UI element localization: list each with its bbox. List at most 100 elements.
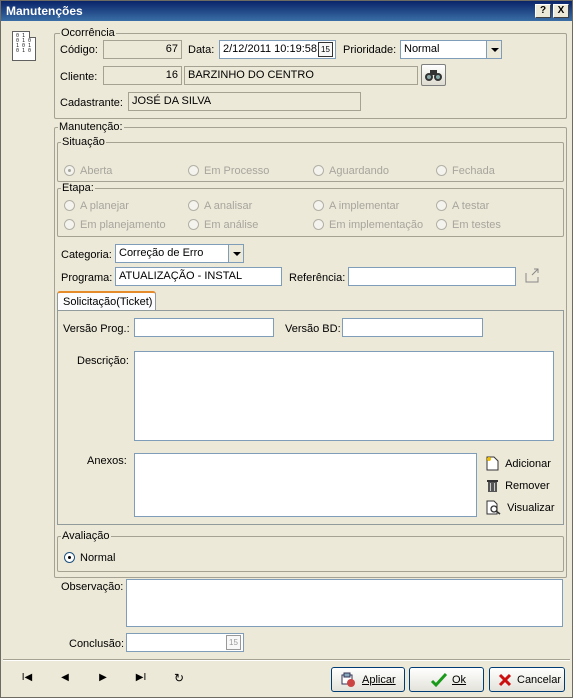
anexos-list[interactable] (134, 453, 477, 517)
codigo-field: 67 (103, 40, 182, 59)
binoculars-icon (425, 70, 442, 81)
open-reference-icon[interactable] (524, 267, 540, 284)
data-field[interactable]: 2/12/2011 10:19:58 15 (219, 40, 336, 59)
situacao-group-label: Situação (61, 136, 106, 148)
cliente-id-field: 16 (103, 66, 182, 85)
search-client-button[interactable] (421, 64, 446, 86)
adicionar-button[interactable]: Adicionar (486, 456, 551, 474)
etapa-radio-em-analise[interactable] (188, 219, 199, 230)
visualizar-button[interactable]: Visualizar (486, 500, 555, 518)
ocorrencia-group-label: Ocorrência (60, 27, 116, 39)
situacao-label-aberta: Aberta (80, 165, 113, 177)
situacao-radio-aberta[interactable] (64, 165, 75, 176)
data-field-value: 2/12/2011 10:19:58 (223, 43, 317, 55)
cancel-x-icon (498, 673, 512, 687)
trash-icon (487, 480, 498, 492)
avaliacao-label-normal: Normal (80, 552, 116, 564)
descricao-textarea[interactable] (134, 351, 554, 441)
categoria-value: Correção de Erro (119, 247, 204, 259)
programa-label: Programa: (61, 272, 113, 284)
prioridade-value: Normal (404, 43, 440, 55)
etapa-label-em-planejamento: Em planejamento (80, 219, 166, 231)
prioridade-label: Prioridade: (343, 44, 397, 56)
title-bar: Manutenções ? X (1, 1, 572, 21)
etapa-label-a-analisar: A analisar (204, 200, 253, 212)
cadastrante-label: Cadastrante: (60, 97, 123, 109)
document-list-icon: 0 10 1 01 0 10 1 0 (12, 31, 36, 61)
cadastrante-field: JOSÉ DA SILVA (128, 92, 361, 111)
etapa-label-em-analise: Em análise (204, 219, 259, 231)
remover-label: Remover (505, 479, 550, 492)
left-strip: 0 10 1 01 0 10 1 0 (1, 21, 48, 659)
avaliacao-group: Avaliação (57, 530, 564, 572)
versao-prog-field[interactable] (134, 318, 274, 337)
situacao-radio-em-processo[interactable] (188, 165, 199, 176)
situacao-radio-aguardando[interactable] (313, 165, 324, 176)
avaliacao-group-label: Avaliação (61, 530, 111, 542)
programa-field[interactable]: ATUALIZAÇÃO - INSTAL (115, 267, 282, 286)
etapa-radio-em-planejamento[interactable] (64, 219, 75, 230)
close-button[interactable]: X (553, 4, 569, 18)
etapa-label-a-implementar: A implementar (329, 200, 400, 212)
etapa-group-label: Etapa: (61, 182, 95, 194)
help-button[interactable]: ? (535, 4, 551, 18)
prioridade-select[interactable]: Normal (400, 40, 502, 59)
etapa-radio-a-planejar[interactable] (64, 200, 75, 211)
ok-label: Ok (452, 674, 467, 686)
referencia-field[interactable] (348, 267, 516, 286)
calendar-icon[interactable]: 15 (318, 42, 333, 57)
next-record-icon[interactable]: ▶ (96, 672, 110, 684)
observacao-textarea[interactable] (126, 579, 563, 627)
situacao-label-fechada: Fechada (452, 165, 495, 177)
codigo-label: Código: (60, 44, 98, 56)
etapa-label-em-implementacao: Em implementação (329, 219, 424, 231)
dialog-window: Manutenções ? X 0 10 1 01 0 10 1 0 Ocorr… (0, 0, 573, 698)
observacao-label: Observação: (61, 581, 124, 593)
cliente-label: Cliente: (60, 71, 98, 83)
last-record-icon[interactable]: ▶I (134, 672, 148, 684)
conclusao-field[interactable]: 15 (126, 633, 244, 652)
tab-solicitacao-ticket[interactable]: Solicitação(Ticket) (57, 291, 156, 311)
situacao-radio-fechada[interactable] (436, 165, 447, 176)
versao-bd-label: Versão BD: (285, 323, 341, 335)
etapa-radio-em-testes[interactable] (436, 219, 447, 230)
cancelar-label: Cancelar (517, 674, 562, 686)
aplicar-label: Aplicar (362, 674, 396, 686)
footer-separator (3, 659, 570, 661)
data-label: Data: (188, 44, 215, 56)
etapa-label-a-testar: A testar (452, 200, 490, 212)
refresh-icon[interactable]: ↻ (172, 672, 186, 684)
tab-solicitacao-label: Solicitação(Ticket) (63, 296, 153, 308)
remover-button[interactable]: Remover (486, 478, 550, 496)
conclusao-label: Conclusão: (69, 638, 125, 650)
previous-record-icon[interactable]: ◀ (58, 672, 72, 684)
etapa-radio-a-analisar[interactable] (188, 200, 199, 211)
categoria-label: Categoria: (61, 249, 112, 261)
anexos-label: Anexos: (87, 455, 127, 467)
etapa-radio-a-testar[interactable] (436, 200, 447, 211)
window-title: Manutenções (6, 4, 83, 18)
referencia-label: Referência: (289, 272, 346, 284)
versao-prog-label: Versão Prog.: (63, 323, 130, 335)
preview-document-icon (486, 500, 501, 515)
adicionar-label: Adicionar (505, 457, 551, 470)
chevron-down-icon (228, 245, 243, 262)
cancelar-button[interactable]: Cancelar (489, 667, 565, 692)
etapa-label-em-testes: Em testes (452, 219, 501, 231)
etapa-label-a-planejar: A planejar (80, 200, 129, 212)
categoria-select[interactable]: Correção de Erro (115, 244, 244, 263)
calendar-icon[interactable]: 15 (226, 635, 241, 650)
first-record-icon[interactable]: I◀ (20, 672, 34, 684)
situacao-label-aguardando: Aguardando (329, 165, 389, 177)
avaliacao-radio-normal[interactable] (64, 552, 75, 563)
etapa-radio-a-implementar[interactable] (313, 200, 324, 211)
versao-bd-field[interactable] (342, 318, 483, 337)
apply-icon (341, 672, 355, 687)
aplicar-button[interactable]: Aplicar (331, 667, 405, 692)
etapa-radio-em-implementacao[interactable] (313, 219, 324, 230)
situacao-label-em-processo: Em Processo (204, 165, 270, 177)
visualizar-label: Visualizar (507, 501, 555, 514)
ok-button[interactable]: Ok (409, 667, 484, 692)
check-icon (430, 672, 448, 688)
manutencao-group-label: Manutenção: (58, 121, 124, 133)
